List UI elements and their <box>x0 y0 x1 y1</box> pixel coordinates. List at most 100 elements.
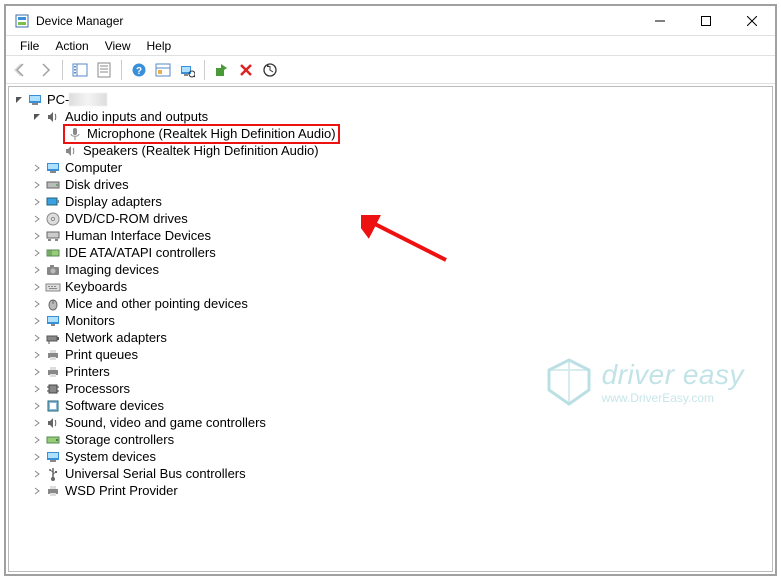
expand-icon[interactable] <box>29 249 45 257</box>
tree-node-mice[interactable]: Mice and other pointing devices <box>29 295 768 312</box>
expand-icon[interactable] <box>29 385 45 393</box>
show-hide-console-button[interactable] <box>69 59 91 81</box>
tree-node-disk[interactable]: Disk drives <box>29 176 768 193</box>
expand-icon[interactable] <box>29 436 45 444</box>
tree-node-network[interactable]: Network adapters <box>29 329 768 346</box>
tree-node-label: Keyboards <box>65 279 127 294</box>
minimize-button[interactable] <box>637 6 683 35</box>
tree-node-software[interactable]: Software devices <box>29 397 768 414</box>
tree-node-wsd[interactable]: WSD Print Provider <box>29 482 768 499</box>
tree-node-label: Print queues <box>65 347 138 362</box>
menu-help[interactable]: Help <box>139 37 180 55</box>
back-button[interactable] <box>10 59 32 81</box>
forward-button[interactable] <box>34 59 56 81</box>
enable-device-button[interactable] <box>211 59 233 81</box>
tree-root-label: PC- <box>47 92 69 107</box>
expand-icon[interactable] <box>29 164 45 172</box>
tree-node-system[interactable]: System devices <box>29 448 768 465</box>
redacted-text <box>69 93 107 106</box>
tree-node-keyboards[interactable]: Keyboards <box>29 278 768 295</box>
menu-view[interactable]: View <box>97 37 139 55</box>
tree-node-imaging[interactable]: Imaging devices <box>29 261 768 278</box>
tree-node-printqueues[interactable]: Print queues <box>29 346 768 363</box>
tree-node-label: Printers <box>65 364 110 379</box>
title-bar: Device Manager <box>6 6 775 36</box>
tree-node-dvd[interactable]: DVD/CD-ROM drives <box>29 210 768 227</box>
tree-node-printers[interactable]: Printers <box>29 363 768 380</box>
dvd-icon <box>45 211 61 227</box>
toolbar-sep <box>204 60 205 80</box>
tree-node-label: WSD Print Provider <box>65 483 178 498</box>
expand-icon[interactable] <box>29 266 45 274</box>
hid-icon <box>45 228 61 244</box>
device-tree[interactable]: PC- Audio inputs and outputs Microphone … <box>9 87 772 503</box>
tree-node-microphone[interactable]: Microphone (Realtek High Definition Audi… <box>47 125 768 142</box>
tree-node-speakers[interactable]: Speakers (Realtek High Definition Audio) <box>47 142 768 159</box>
collapse-icon[interactable] <box>11 96 27 104</box>
expand-icon[interactable] <box>29 351 45 359</box>
tree-node-computer[interactable]: Computer <box>29 159 768 176</box>
tree-node-label: Microphone (Realtek High Definition Audi… <box>87 126 336 141</box>
tree-node-ide[interactable]: IDE ATA/ATAPI controllers <box>29 244 768 261</box>
highlight-annotation: Microphone (Realtek High Definition Audi… <box>63 124 340 144</box>
menu-bar: File Action View Help <box>6 36 775 56</box>
collapse-icon[interactable] <box>29 113 45 121</box>
scan-hardware-button[interactable] <box>176 59 198 81</box>
expand-icon[interactable] <box>29 487 45 495</box>
mouse-icon <box>45 296 61 312</box>
tree-node-label: Universal Serial Bus controllers <box>65 466 246 481</box>
expand-icon[interactable] <box>29 283 45 291</box>
menu-file[interactable]: File <box>12 37 47 55</box>
maximize-button[interactable] <box>683 6 729 35</box>
expand-icon[interactable] <box>29 419 45 427</box>
tree-node-usb[interactable]: Universal Serial Bus controllers <box>29 465 768 482</box>
tree-node-display[interactable]: Display adapters <box>29 193 768 210</box>
properties-button[interactable] <box>93 59 115 81</box>
expand-icon[interactable] <box>29 181 45 189</box>
svg-text:?: ? <box>136 66 142 77</box>
tree-node-label: System devices <box>65 449 156 464</box>
expand-icon[interactable] <box>29 402 45 410</box>
menu-action[interactable]: Action <box>47 37 96 55</box>
tree-node-label: Monitors <box>65 313 115 328</box>
ide-icon <box>45 245 61 261</box>
expand-icon[interactable] <box>29 215 45 223</box>
tree-node-sound[interactable]: Sound, video and game controllers <box>29 414 768 431</box>
tree-node-label: IDE ATA/ATAPI controllers <box>65 245 216 260</box>
tree-node-hid[interactable]: Human Interface Devices <box>29 227 768 244</box>
tree-root[interactable]: PC- <box>11 91 768 108</box>
update-driver-button[interactable] <box>259 59 281 81</box>
storage-icon <box>45 432 61 448</box>
network-icon <box>45 330 61 346</box>
expand-icon[interactable] <box>29 300 45 308</box>
tree-node-processors[interactable]: Processors <box>29 380 768 397</box>
tree-node-label: Speakers (Realtek High Definition Audio) <box>83 143 319 158</box>
toolbar: ? <box>6 56 775 84</box>
toolbar-sep <box>121 60 122 80</box>
expand-icon[interactable] <box>29 334 45 342</box>
expand-icon[interactable] <box>29 198 45 206</box>
expand-icon[interactable] <box>29 368 45 376</box>
tree-node-monitors[interactable]: Monitors <box>29 312 768 329</box>
speaker-icon <box>45 415 61 431</box>
expand-icon[interactable] <box>29 470 45 478</box>
camera-icon <box>45 262 61 278</box>
expand-icon[interactable] <box>29 317 45 325</box>
printer-icon <box>45 364 61 380</box>
expand-icon[interactable] <box>29 232 45 240</box>
display-adapter-icon <box>45 194 61 210</box>
tree-node-label: Sound, video and game controllers <box>65 415 266 430</box>
uninstall-device-button[interactable] <box>235 59 257 81</box>
tree-node-storage[interactable]: Storage controllers <box>29 431 768 448</box>
device-tree-panel: PC- Audio inputs and outputs Microphone … <box>8 86 773 572</box>
tree-node-label: Network adapters <box>65 330 167 345</box>
tree-node-label: Display adapters <box>65 194 162 209</box>
tree-node-audio[interactable]: Audio inputs and outputs <box>29 108 768 125</box>
tree-node-label: Mice and other pointing devices <box>65 296 248 311</box>
expand-icon[interactable] <box>29 453 45 461</box>
software-icon <box>45 398 61 414</box>
show-hidden-button[interactable] <box>152 59 174 81</box>
help-button[interactable]: ? <box>128 59 150 81</box>
printer-icon <box>45 347 61 363</box>
close-button[interactable] <box>729 6 775 35</box>
